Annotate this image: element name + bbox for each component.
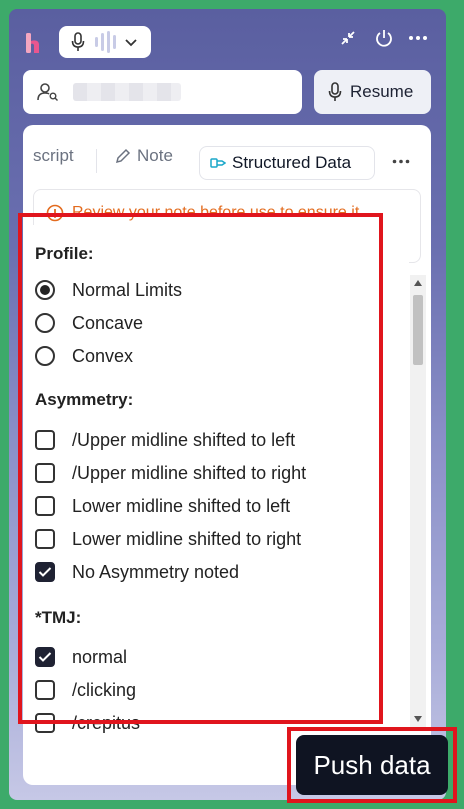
tab-note[interactable]: Note [115, 141, 173, 171]
more-horizontal-icon[interactable] [407, 27, 429, 49]
audio-level-icon [95, 31, 116, 53]
patient-search-input[interactable] [23, 70, 302, 114]
power-icon[interactable] [373, 27, 395, 49]
heidi-logo [26, 33, 39, 53]
recording-control[interactable] [59, 26, 151, 58]
resume-button[interactable]: Resume [314, 70, 431, 114]
user-search-icon [37, 83, 58, 101]
form-highlight-box [18, 213, 383, 724]
tab-transcript-label: script [33, 146, 74, 165]
tab-divider [96, 149, 97, 173]
push-data-button[interactable]: Push data [296, 735, 448, 795]
scroll-up-icon[interactable] [410, 275, 426, 291]
tab-structured-data-label: Structured Data [232, 153, 352, 172]
microphone-icon [71, 32, 85, 51]
tab-structured-data[interactable]: Structured Data [199, 146, 375, 180]
microphone-icon [328, 82, 342, 101]
structured-data-icon [210, 158, 226, 168]
tab-transcript[interactable]: script [33, 141, 74, 171]
top-bar [9, 9, 446, 69]
push-data-label: Push data [313, 749, 431, 780]
resume-label: Resume [350, 82, 414, 101]
chevron-down-icon [125, 39, 137, 47]
collapse-icon[interactable] [337, 27, 359, 49]
form-scrollbar[interactable] [410, 275, 426, 727]
scroll-down-icon[interactable] [410, 711, 426, 727]
tab-bar: script Note Structured Data [23, 135, 431, 180]
scrollbar-thumb[interactable] [413, 295, 423, 365]
more-options-icon[interactable] [389, 149, 413, 173]
redacted-patient-name [73, 83, 181, 101]
tab-note-label: Note [137, 146, 173, 165]
pencil-icon [115, 148, 131, 164]
